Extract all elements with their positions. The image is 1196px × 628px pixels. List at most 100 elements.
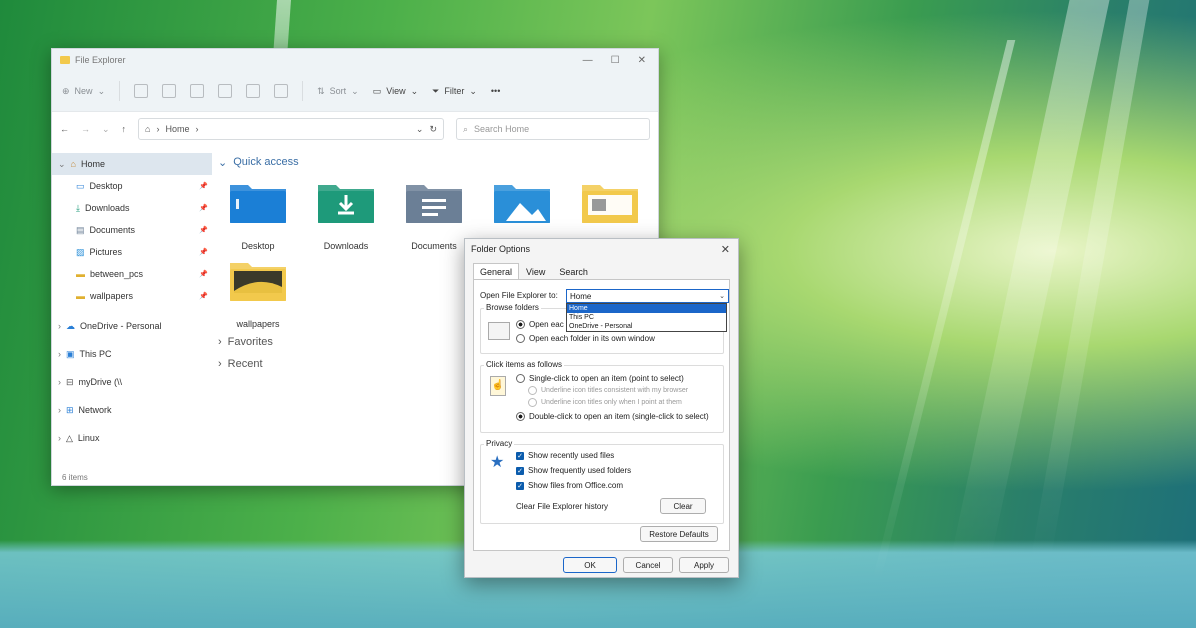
double-click-option[interactable]: Double-click to open an item (single-cli… [516, 412, 709, 421]
cancel-button[interactable]: Cancel [623, 557, 673, 573]
network-drive-icon: ⊟ [66, 376, 74, 387]
title-bar: File Explorer — ☐ ✕ [52, 49, 658, 71]
tab-search[interactable]: Search [552, 263, 595, 279]
apply-button[interactable]: Apply [679, 557, 729, 573]
clear-button[interactable]: Clear [660, 498, 706, 514]
pointer-illustration-icon: ☝ [490, 376, 506, 396]
dropdown-option-this-pc[interactable]: This PC [567, 313, 726, 322]
chevron-right-icon[interactable]: › [58, 349, 61, 359]
forward-icon[interactable]: → [81, 124, 90, 134]
cut-icon[interactable] [134, 84, 149, 98]
underline-browser-label: Underline icon titles consistent with my… [541, 387, 689, 394]
share-icon[interactable] [246, 84, 261, 98]
open-to-dropdown: Home This PC OneDrive - Personal [566, 303, 727, 332]
pc-icon: ▣ [66, 348, 75, 359]
browse-option-own-window[interactable]: Open each folder in its own window [516, 334, 655, 343]
back-icon[interactable]: ← [60, 124, 69, 134]
refresh-icon[interactable]: ↻ [429, 124, 437, 135]
clear-history-label: Clear File Explorer history [516, 502, 609, 511]
breadcrumb-separator-icon: › [156, 124, 160, 134]
sidebar-item-wallpapers[interactable]: ▬ wallpapers 📌 [52, 285, 212, 307]
checkbox[interactable]: ✓ [516, 451, 524, 460]
tab-view[interactable]: View [519, 263, 552, 279]
folder-tile[interactable]: Documents [406, 179, 462, 251]
breadcrumb-separator-icon: › [195, 124, 199, 134]
radio-button[interactable] [516, 334, 525, 343]
folder-icon [580, 179, 640, 229]
paste-icon[interactable] [190, 84, 205, 98]
close-icon[interactable]: ✕ [721, 243, 738, 256]
rename-icon[interactable] [218, 84, 233, 98]
filter-button[interactable]: ⏷ Filter ⌄ [432, 86, 477, 97]
download-icon: ⤓ [76, 202, 80, 213]
restore-defaults-button[interactable]: Restore Defaults [640, 526, 718, 542]
radio-button[interactable] [516, 412, 525, 421]
browse-option-same-window[interactable]: Open eac [516, 320, 564, 329]
folder-label: Documents [411, 241, 457, 251]
underline-browser-option: Underline icon titles consistent with my… [528, 386, 688, 395]
delete-icon[interactable] [274, 84, 289, 98]
frequent-folders-checkbox[interactable]: ✓ Show frequently used folders [516, 466, 631, 475]
chevron-down-icon: ⌄ [97, 85, 106, 96]
copy-icon[interactable] [162, 84, 177, 98]
dropdown-option-onedrive[interactable]: OneDrive - Personal [567, 322, 726, 331]
chevron-right-icon[interactable]: › [58, 377, 61, 387]
search-placeholder: Search Home [474, 124, 530, 134]
breadcrumb[interactable]: Home [165, 124, 189, 134]
checkbox[interactable]: ✓ [516, 481, 524, 490]
folder-label: wallpapers [236, 319, 280, 329]
close-icon[interactable]: ✕ [638, 55, 646, 66]
sidebar-item-mydrive[interactable]: › ⊟ myDrive (\\ [52, 371, 212, 393]
search-input[interactable]: ⌕ Search Home [456, 118, 650, 140]
recent-chevron-icon[interactable]: ⌄ [102, 124, 110, 135]
radio-button[interactable] [516, 374, 525, 383]
sidebar-item-label: Linux [77, 433, 100, 443]
chevron-down-icon[interactable]: ⌄ [58, 159, 66, 170]
pin-icon: 📌 [199, 183, 208, 190]
office-files-checkbox[interactable]: ✓ Show files from Office.com [516, 481, 623, 490]
sidebar-item-between-pcs[interactable]: ▬ between_pcs 📌 [52, 263, 212, 285]
sort-button[interactable]: ⇅ Sort ⌄ [317, 86, 359, 97]
chevron-right-icon[interactable]: › [58, 433, 61, 443]
address-bar[interactable]: ⌂ › Home › ⌄ ↻ [138, 118, 444, 140]
sidebar-item-pictures[interactable]: ▨ Pictures 📌 [52, 241, 212, 263]
folder-tile[interactable]: Downloads [318, 179, 374, 251]
tab-general[interactable]: General [473, 263, 520, 279]
sidebar-item-downloads[interactable]: ⤓ Downloads 📌 [52, 197, 212, 219]
folder-tile[interactable]: Desktop [230, 179, 286, 251]
radio-button[interactable] [516, 320, 525, 329]
ok-button[interactable]: OK [563, 557, 617, 573]
sidebar-item-network[interactable]: › ⊞ Network [52, 399, 212, 421]
sidebar-item-onedrive-personal[interactable]: › ☁ OneDrive - Personal [52, 315, 212, 337]
maximize-icon[interactable]: ☐ [611, 55, 620, 66]
sidebar-item-desktop[interactable]: ▭ Desktop 📌 [52, 175, 212, 197]
up-icon[interactable]: ↑ [122, 124, 127, 134]
single-click-option[interactable]: Single-click to open an item (point to s… [516, 374, 684, 383]
quick-access-header[interactable]: ⌄ Quick access [218, 153, 658, 171]
checkbox[interactable]: ✓ [516, 466, 524, 475]
pin-icon: 📌 [199, 227, 208, 234]
view-label: View [386, 86, 406, 96]
new-button[interactable]: ⊕ New ⌄ [62, 86, 105, 97]
view-button[interactable]: ▭ View ⌄ [373, 86, 418, 97]
chevron-right-icon[interactable]: › [58, 405, 61, 415]
dropdown-option-home[interactable]: Home [567, 304, 726, 313]
sidebar-item-documents[interactable]: ▤ Documents 📌 [52, 219, 212, 241]
address-dropdown-icon[interactable]: ⌄ [416, 124, 424, 135]
sidebar-item-linux[interactable]: › △ Linux [52, 427, 212, 449]
folder-tile[interactable]: wallpapers [230, 257, 286, 329]
document-icon: ▤ [76, 224, 85, 235]
open-to-select[interactable]: Home ⌄ [566, 289, 729, 303]
recent-files-checkbox[interactable]: ✓ Show recently used files [516, 451, 614, 460]
dialog-title-bar: Folder Options ✕ [465, 239, 738, 259]
network-icon: ⊞ [66, 404, 74, 415]
browse-folders-illustration-icon [488, 322, 510, 340]
dialog-title: Folder Options [471, 244, 531, 254]
home-icon: ⌂ [145, 124, 151, 134]
minimize-icon[interactable]: — [583, 55, 593, 66]
more-options-button[interactable]: ••• [491, 86, 500, 96]
chevron-right-icon[interactable]: › [58, 321, 61, 331]
cloud-icon: ☁ [66, 320, 75, 331]
sidebar-item-home[interactable]: ⌄ ⌂ Home [52, 153, 212, 175]
sidebar-item-this-pc[interactable]: › ▣ This PC [52, 343, 212, 365]
